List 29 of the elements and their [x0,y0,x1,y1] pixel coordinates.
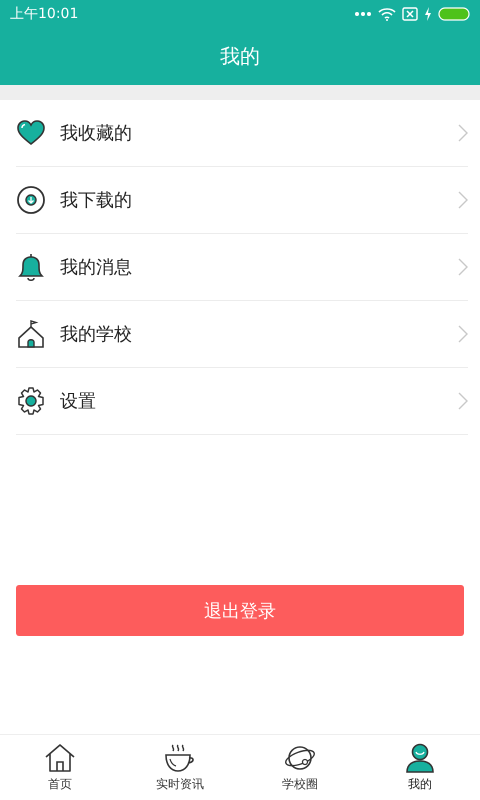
menu-item[interactable]: 我的学校 [16,301,468,368]
charging-icon [424,6,432,20]
bell-icon [16,252,46,282]
person-icon [404,742,436,772]
menu-item[interactable]: 设置 [16,368,468,435]
nav-tab[interactable]: 学校圈 [240,735,360,800]
download-icon [16,185,46,215]
status-time: 上午10:01 [10,4,80,22]
heart-icon [16,118,46,148]
home-icon [44,742,76,772]
more-dots-icon [354,10,372,16]
nav-tab[interactable]: 首页 [0,735,120,800]
coffee-cup-icon [164,742,196,772]
menu-item[interactable]: 我收藏的 [16,100,468,167]
chevron-right-icon [458,258,468,276]
school-icon [16,319,46,349]
nav-tab[interactable]: 实时资讯 [120,735,240,800]
wifi-icon [378,6,396,20]
nav-tab[interactable]: 我的 [360,735,480,800]
chevron-right-icon [458,191,468,209]
menu-item[interactable]: 我的消息 [16,234,468,301]
chevron-right-icon [458,124,468,142]
menu-item[interactable]: 我下载的 [16,167,468,234]
page-title: 我的 [220,42,260,70]
chevron-right-icon [458,392,468,410]
battery-icon [438,6,470,20]
settings-icon [16,386,46,416]
chevron-right-icon [458,325,468,343]
no-sim-icon [402,6,418,20]
